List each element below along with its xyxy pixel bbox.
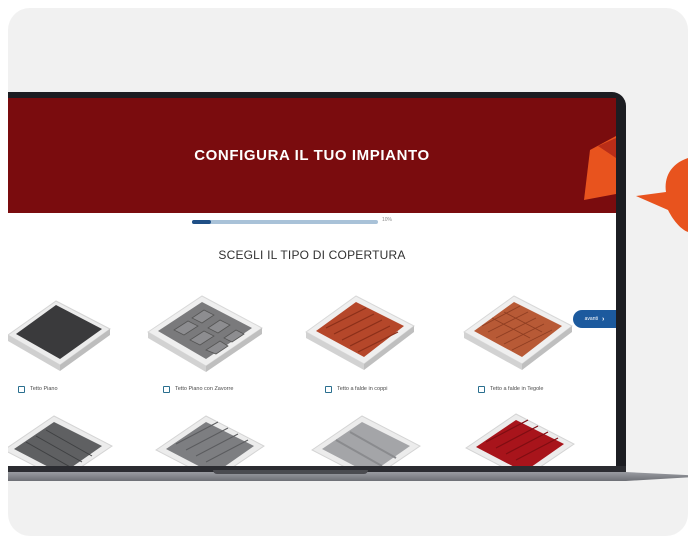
red-metal-roof-icon[interactable] [458, 408, 578, 466]
chevron-right-icon: › [602, 315, 605, 323]
ballasted-flat-roof-icon[interactable] [140, 290, 270, 375]
option-label: Tetto Piano con Zavorre [175, 386, 234, 392]
checkbox-icon[interactable] [18, 385, 25, 393]
chat-bubble-icon[interactable] [636, 158, 688, 238]
option-clay-tile-roof[interactable]: Tetto a falde in coppi [325, 383, 387, 395]
option-ballasted-flat-roof[interactable]: Tetto Piano con Zavorre [163, 383, 233, 395]
page-title: CONFIGURA IL TUO IMPIANTO [194, 147, 430, 164]
checkbox-icon[interactable] [163, 385, 170, 393]
next-button-label: avanti [584, 316, 598, 322]
section-title: SCEGLI IL TIPO DI COPERTURA [218, 248, 406, 262]
progress-percent: 10% [382, 217, 393, 223]
progress-fill [192, 220, 211, 224]
laptop-screen: CONFIGURA IL TUO IMPIANTO 10% SCEGLI IL … [8, 98, 616, 466]
flat-roof-icon[interactable] [8, 293, 118, 373]
clay-tile-roof-icon[interactable] [300, 288, 420, 373]
checkbox-icon[interactable] [325, 385, 332, 393]
sandwich-panel-roof-icon[interactable] [304, 410, 424, 466]
roof-tile-roof-icon[interactable] [458, 288, 578, 373]
progress-bar [192, 220, 378, 224]
option-label: Tetto a falde in Tegole [490, 386, 544, 392]
option-label: Tetto a falde in coppi [337, 386, 388, 392]
metal-roof-icon[interactable] [8, 410, 116, 466]
next-button[interactable]: avanti › [573, 310, 616, 328]
checkbox-icon[interactable] [478, 385, 485, 393]
laptop-notch [213, 470, 368, 474]
option-flat-roof[interactable]: Tetto Piano [18, 383, 58, 395]
option-label: Tetto Piano [30, 386, 58, 392]
option-roof-tile-roof[interactable]: Tetto a falde in Tegole [478, 383, 543, 395]
hero-banner: CONFIGURA IL TUO IMPIANTO [8, 98, 616, 213]
grey-panel-roof-icon[interactable] [148, 410, 268, 466]
preview-card: CONFIGURA IL TUO IMPIANTO 10% SCEGLI IL … [8, 8, 688, 536]
